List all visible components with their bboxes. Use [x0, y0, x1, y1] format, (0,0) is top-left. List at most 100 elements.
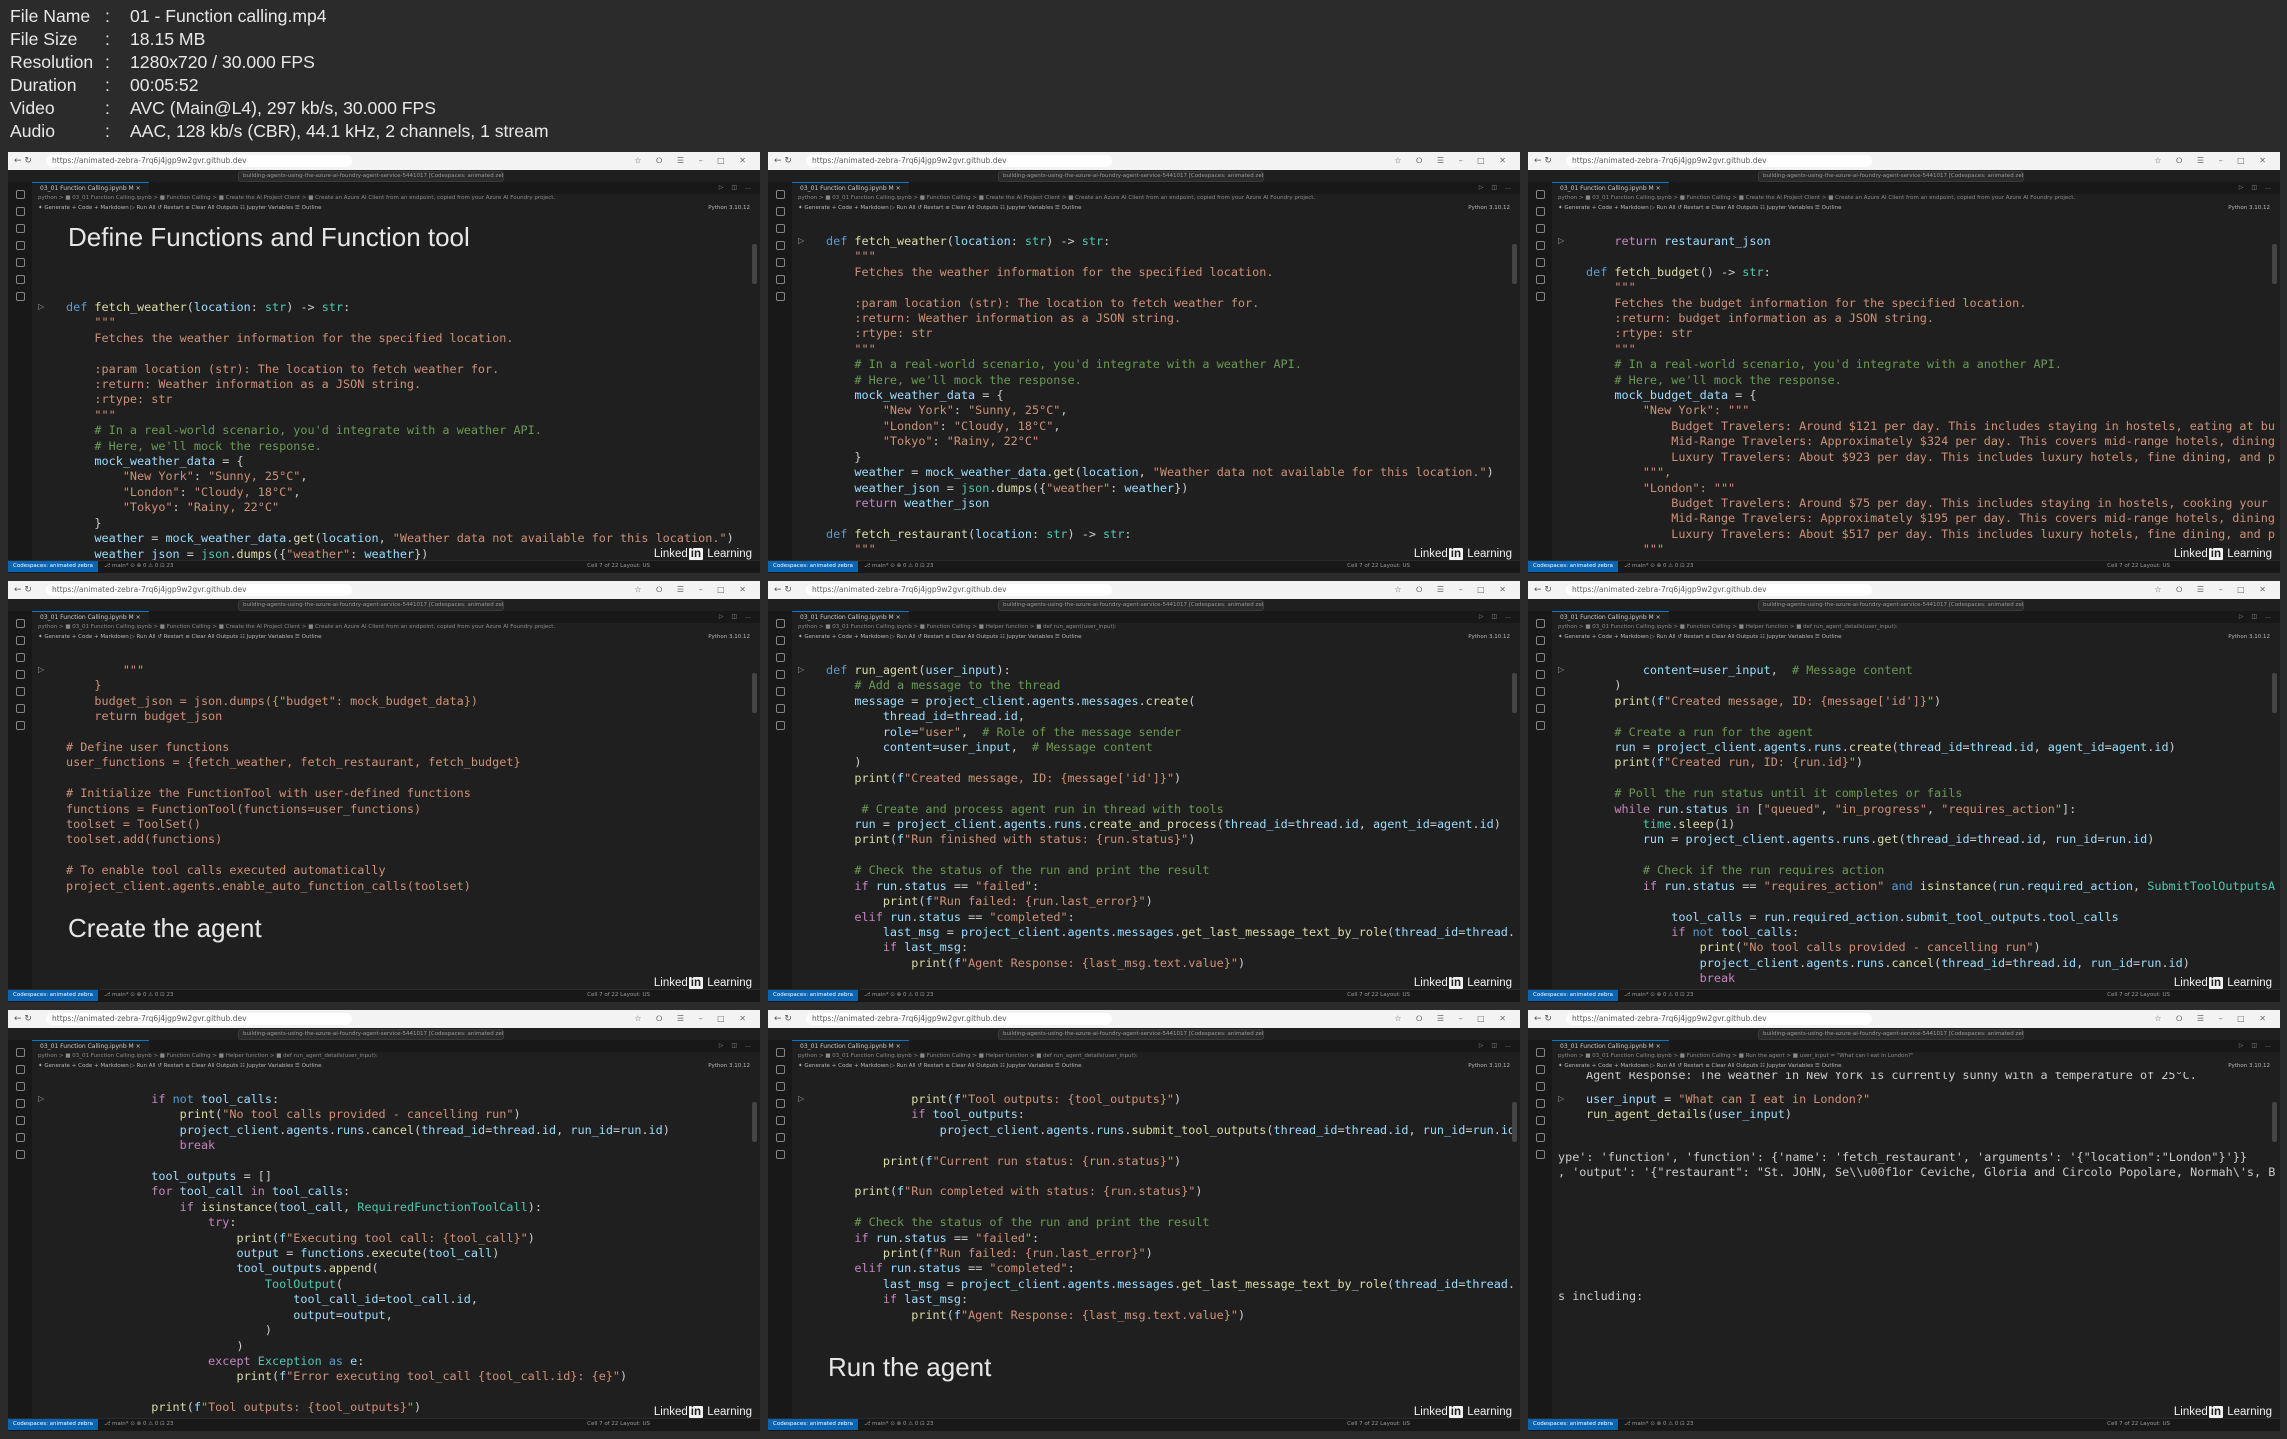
search-icon[interactable] [15, 1065, 25, 1074]
scrollbar[interactable] [752, 673, 757, 713]
run-cell-icon[interactable]: ▷ [1558, 236, 1564, 245]
kernel-picker[interactable]: Python 3.10.12 [1468, 203, 1510, 214]
breadcrumb[interactable]: python > ■ 03_01 Function Calling.ipynb … [32, 194, 760, 203]
run-debug-icon[interactable] [1535, 241, 1545, 250]
command-center[interactable]: building-agents-using-the-azure-ai-found… [998, 1029, 1264, 1040]
extensions-icon[interactable] [15, 1116, 25, 1125]
reload-icon[interactable]: ← ↻ [14, 156, 32, 166]
explorer-icon[interactable] [775, 619, 785, 628]
command-center[interactable]: building-agents-using-the-azure-ai-found… [238, 171, 504, 182]
kernel-picker[interactable]: Python 3.10.12 [708, 632, 750, 643]
remote-indicator[interactable]: Codespaces: animated zebra [8, 561, 98, 572]
azure-icon[interactable] [1535, 292, 1545, 301]
remote-indicator[interactable]: Codespaces: animated zebra [8, 1419, 98, 1430]
kernel-picker[interactable]: Python 3.10.12 [2228, 1061, 2270, 1072]
run-debug-icon[interactable] [15, 241, 25, 250]
browser-actions-icon[interactable]: ☆ ⭘ ☰ – □ ✕ [2154, 156, 2272, 166]
status-left[interactable]: ⎇ main* ⊙ ⊗ 0 ⚠ 0 ⊡ 23 [1618, 1419, 1694, 1430]
azure-icon[interactable] [1535, 721, 1545, 730]
breadcrumb[interactable]: python > ■ 03_01 Function Calling.ipynb … [32, 1052, 760, 1061]
search-icon[interactable] [775, 1065, 785, 1074]
status-left[interactable]: ⎇ main* ⊙ ⊗ 0 ⚠ 0 ⊡ 23 [1618, 990, 1694, 1001]
scrollbar[interactable] [752, 244, 757, 284]
testing-icon[interactable] [1535, 275, 1545, 284]
scrollbar[interactable] [2272, 1102, 2277, 1142]
scrollbar[interactable] [1512, 244, 1517, 284]
breadcrumb[interactable]: python > ■ 03_01 Function Calling.ipynb … [32, 623, 760, 632]
kernel-picker[interactable]: Python 3.10.12 [708, 203, 750, 214]
scrollbar[interactable] [2272, 673, 2277, 713]
status-left[interactable]: ⎇ main* ⊙ ⊗ 0 ⚠ 0 ⊡ 23 [98, 561, 174, 572]
azure-icon[interactable] [1535, 1150, 1545, 1159]
search-icon[interactable] [1535, 636, 1545, 645]
run-cell-icon[interactable]: ▷ [798, 1094, 804, 1103]
editor-actions-icon[interactable]: ▷ ◫ … [719, 613, 754, 620]
browser-actions-icon[interactable]: ☆ ⭘ ☰ – □ ✕ [1394, 585, 1512, 595]
reload-icon[interactable]: ← ↻ [1534, 585, 1552, 595]
source-control-icon[interactable] [15, 653, 25, 662]
address-bar[interactable]: https://animated-zebra-7rq6j4jgp9w2gvr.g… [46, 155, 352, 167]
notebook-toolbar-actions[interactable]: ✦ Generate + Code + Markdown ▷ Run All ↺… [38, 1063, 322, 1069]
run-debug-icon[interactable] [775, 1099, 785, 1108]
browser-actions-icon[interactable]: ☆ ⭘ ☰ – □ ✕ [634, 156, 752, 166]
extensions-icon[interactable] [775, 1116, 785, 1125]
reload-icon[interactable]: ← ↻ [774, 156, 792, 166]
browser-actions-icon[interactable]: ☆ ⭘ ☰ – □ ✕ [634, 585, 752, 595]
status-left[interactable]: ⎇ main* ⊙ ⊗ 0 ⚠ 0 ⊡ 23 [98, 1419, 174, 1430]
testing-icon[interactable] [775, 1133, 785, 1142]
scrollbar[interactable] [752, 1102, 757, 1142]
source-control-icon[interactable] [15, 1082, 25, 1091]
search-icon[interactable] [15, 636, 25, 645]
address-bar[interactable]: https://animated-zebra-7rq6j4jgp9w2gvr.g… [46, 584, 352, 596]
command-center[interactable]: building-agents-using-the-azure-ai-found… [238, 1029, 504, 1040]
kernel-picker[interactable]: Python 3.10.12 [1468, 1061, 1510, 1072]
source-control-icon[interactable] [15, 224, 25, 233]
address-bar[interactable]: https://animated-zebra-7rq6j4jgp9w2gvr.g… [1566, 584, 1872, 596]
extensions-icon[interactable] [15, 258, 25, 267]
status-right[interactable]: Cell 7 of 22 Layout: US [2107, 990, 2170, 1001]
extensions-icon[interactable] [1535, 687, 1545, 696]
editor-actions-icon[interactable]: ▷ ◫ … [2239, 184, 2274, 191]
explorer-icon[interactable] [775, 1048, 785, 1057]
status-right[interactable]: Cell 7 of 22 Layout: US [1347, 990, 1410, 1001]
notebook-toolbar-actions[interactable]: ✦ Generate + Code + Markdown ▷ Run All ↺… [1558, 1063, 1842, 1069]
status-left[interactable]: ⎇ main* ⊙ ⊗ 0 ⚠ 0 ⊡ 23 [858, 990, 934, 1001]
breadcrumb[interactable]: python > ■ 03_01 Function Calling.ipynb … [1552, 623, 2280, 632]
explorer-icon[interactable] [15, 1048, 25, 1057]
notebook-toolbar-actions[interactable]: ✦ Generate + Code + Markdown ▷ Run All ↺… [1558, 205, 1842, 211]
azure-icon[interactable] [15, 292, 25, 301]
remote-indicator[interactable]: Codespaces: animated zebra [8, 990, 98, 1001]
extensions-icon[interactable] [775, 258, 785, 267]
testing-icon[interactable] [1535, 704, 1545, 713]
explorer-icon[interactable] [15, 190, 25, 199]
editor-actions-icon[interactable]: ▷ ◫ … [1479, 1042, 1514, 1049]
search-icon[interactable] [775, 207, 785, 216]
status-right[interactable]: Cell 7 of 22 Layout: US [587, 1419, 650, 1430]
explorer-icon[interactable] [15, 619, 25, 628]
browser-actions-icon[interactable]: ☆ ⭘ ☰ – □ ✕ [1394, 156, 1512, 166]
search-icon[interactable] [775, 636, 785, 645]
kernel-picker[interactable]: Python 3.10.12 [2228, 632, 2270, 643]
browser-actions-icon[interactable]: ☆ ⭘ ☰ – □ ✕ [634, 1014, 752, 1024]
remote-indicator[interactable]: Codespaces: animated zebra [1528, 990, 1618, 1001]
status-right[interactable]: Cell 7 of 22 Layout: US [587, 990, 650, 1001]
remote-indicator[interactable]: Codespaces: animated zebra [768, 1419, 858, 1430]
status-left[interactable]: ⎇ main* ⊙ ⊗ 0 ⚠ 0 ⊡ 23 [858, 561, 934, 572]
status-right[interactable]: Cell 7 of 22 Layout: US [1347, 561, 1410, 572]
testing-icon[interactable] [775, 275, 785, 284]
run-cell-icon[interactable]: ▷ [1558, 1094, 1564, 1103]
extensions-icon[interactable] [775, 687, 785, 696]
reload-icon[interactable]: ← ↻ [774, 1014, 792, 1024]
breadcrumb[interactable]: python > ■ 03_01 Function Calling.ipynb … [792, 623, 1520, 632]
scrollbar[interactable] [2272, 244, 2277, 284]
testing-icon[interactable] [775, 704, 785, 713]
run-debug-icon[interactable] [15, 670, 25, 679]
scrollbar[interactable] [1512, 1102, 1517, 1142]
code-cell[interactable]: def fetch_weather(location: str) -> str:… [66, 300, 734, 561]
breadcrumb[interactable]: python > ■ 03_01 Function Calling.ipynb … [792, 1052, 1520, 1061]
kernel-picker[interactable]: Python 3.10.12 [2228, 203, 2270, 214]
command-center[interactable]: building-agents-using-the-azure-ai-found… [998, 171, 1264, 182]
code-cell[interactable]: if not tool_calls: print("No tool calls … [66, 1092, 670, 1416]
source-control-icon[interactable] [775, 224, 785, 233]
command-center[interactable]: building-agents-using-the-azure-ai-found… [1758, 600, 2024, 611]
